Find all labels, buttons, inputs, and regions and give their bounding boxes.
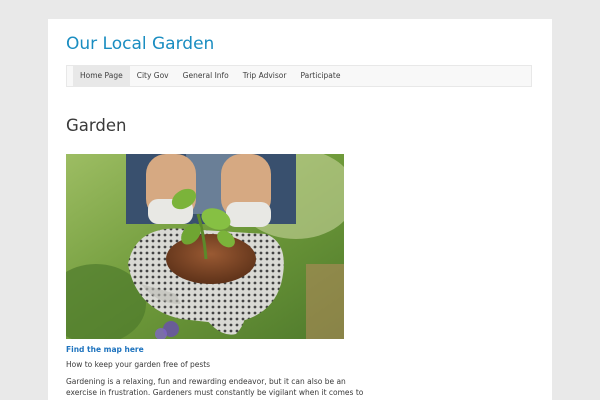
find-map-link[interactable]: Find the map here [66,345,144,354]
page-title: Garden [66,116,127,135]
nav-item-home-page[interactable]: Home Page [73,65,130,87]
nav-item-city-gov[interactable]: City Gov [130,65,176,87]
article-paragraph: Gardening is a relaxing, fun and rewardi… [66,377,364,400]
site-title-link[interactable]: Our Local Garden [66,34,214,54]
nav-item-trip-advisor[interactable]: Trip Advisor [236,65,294,87]
article-subheading: How to keep your garden free of pests [66,360,211,369]
nav-item-general-info[interactable]: General Info [176,65,236,87]
hero-image [66,154,344,339]
nav-item-participate[interactable]: Participate [293,65,347,87]
main-navigation: Home Page City Gov General Info Trip Adv… [66,65,532,87]
page-container: Our Local Garden Home Page City Gov Gene… [48,19,552,400]
